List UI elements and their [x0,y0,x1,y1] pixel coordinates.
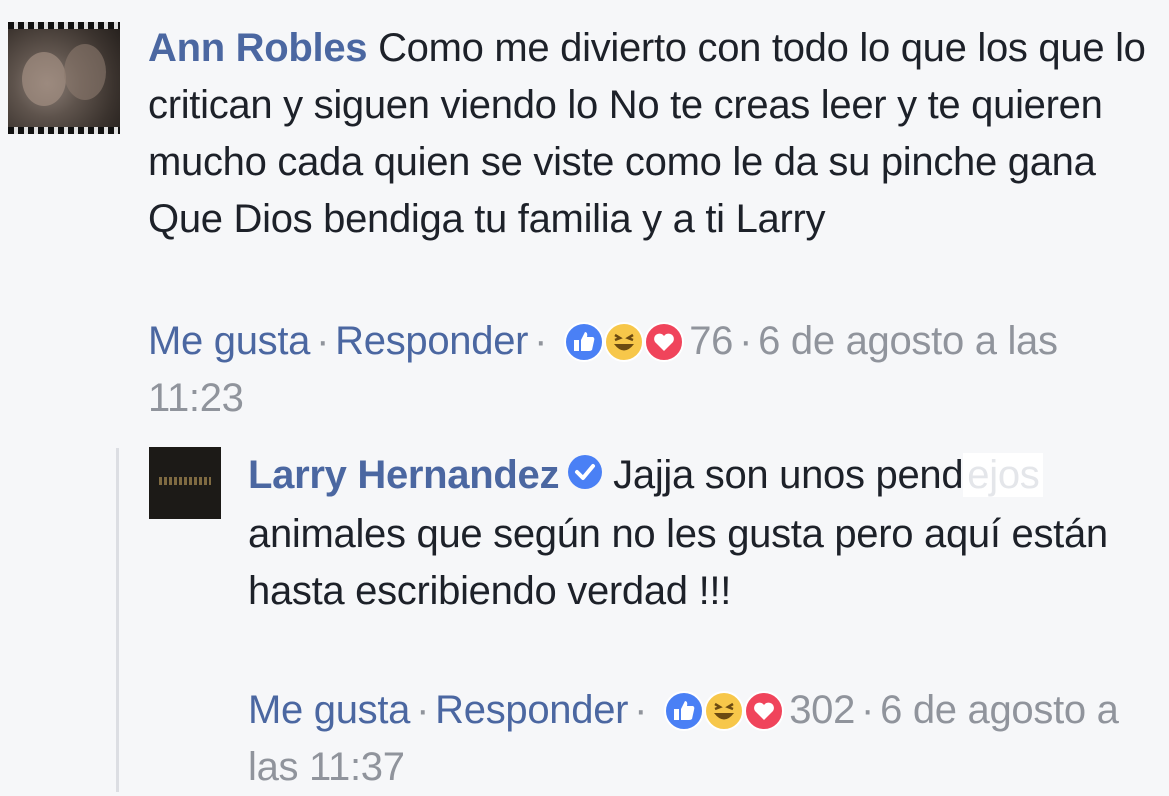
separator: · [739,319,753,363]
reply-text: Jajja son unos pend [613,453,964,497]
film-strip-decoration [8,22,120,29]
separator: · [316,319,330,363]
reply-button[interactable]: Responder [435,688,628,732]
reply-text: animales que según no les gusta pero aqu… [248,511,1108,613]
reactions-summary[interactable] [663,690,785,734]
reactions-summary[interactable] [563,321,685,365]
like-icon [664,691,705,732]
verified-badge-icon [567,449,603,506]
haha-icon [704,691,745,732]
separator: · [861,688,875,732]
avatar[interactable] [8,22,120,134]
reply-body: Larry Hernandez Jajja son unos pend ejos a… [248,447,1148,620]
separator: · [634,688,648,732]
reply-author[interactable]: Larry Hernandez [248,453,559,497]
avatar-face [64,44,106,100]
reply-thread-line [116,448,119,792]
film-strip-decoration [8,127,120,134]
logo-icon [159,477,211,485]
like-icon [564,322,605,363]
comment-actions: Me gusta · Responder · 76 · 6 de agosto a las… [148,313,1148,427]
avatar[interactable] [149,447,221,519]
love-icon [744,691,785,732]
separator: · [416,688,430,732]
reply-button[interactable]: Responder [335,319,528,363]
reply-actions: Me gusta · Responder · 302 · 6 de agosto a la… [248,682,1148,796]
redacted-word: ejos [963,453,1044,497]
comment-author[interactable]: Ann Robles [148,26,368,70]
love-icon [644,322,685,363]
haha-icon [604,322,645,363]
reaction-count[interactable]: 302 [789,688,855,732]
like-button[interactable]: Me gusta [248,688,410,732]
avatar-face [22,52,66,106]
separator: · [534,319,548,363]
like-button[interactable]: Me gusta [148,319,310,363]
comment-body: Ann Robles Como me divierto con todo lo … [148,20,1148,248]
reaction-count[interactable]: 76 [689,319,733,363]
